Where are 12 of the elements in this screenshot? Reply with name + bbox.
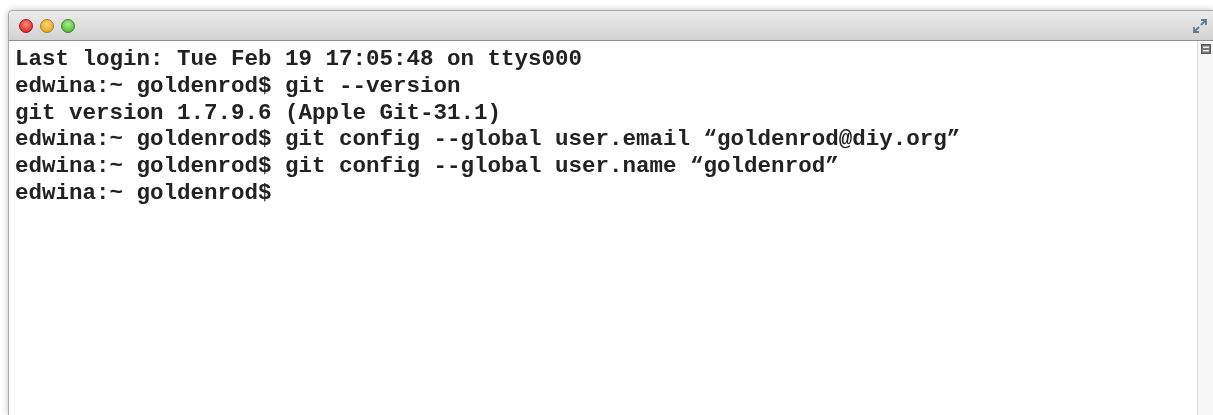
terminal-line: edwina:~ goldenrod$ git --version — [15, 72, 462, 100]
terminal-line: edwina:~ goldenrod$ git config --global user.name “goldenrod” — [15, 153, 840, 180]
close-button[interactable] — [19, 18, 33, 33]
split-pane-icon[interactable] — [1200, 44, 1211, 54]
fullscreen-icon[interactable] — [1193, 18, 1207, 33]
terminal-line: edwina:~ goldenrod$ git config --global user.email “goldenrod@diy.org” — [15, 126, 962, 154]
terminal-line: Last login: Tue Feb 19 17:05:48 on ttys000 — [15, 46, 584, 73]
terminal-line: git version 1.7.9.6 (Apple Git-31.1) — [15, 99, 503, 127]
zoom-button[interactable] — [61, 18, 75, 33]
terminal-line: edwina:~ goldenrod$ — [15, 180, 273, 207]
minimize-button[interactable] — [40, 18, 54, 33]
scrollbar[interactable] — [1197, 41, 1213, 415]
